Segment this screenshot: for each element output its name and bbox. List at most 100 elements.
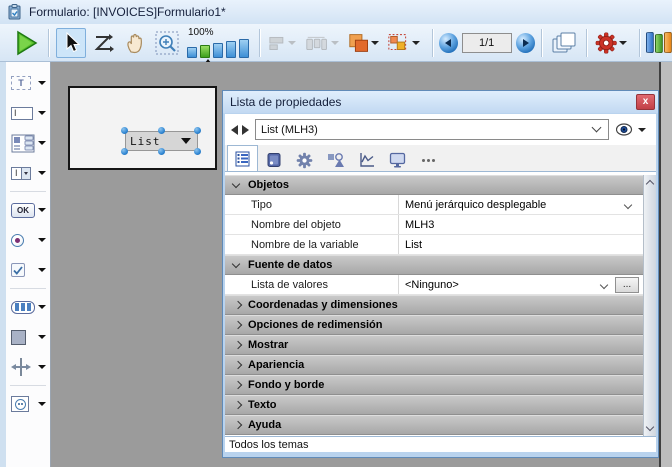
palette-title-bar[interactable]: Lista de propiedades x [223,91,658,113]
form-canvas[interactable]: List [68,86,217,170]
zoom-bar-800[interactable] [239,39,249,58]
page-indicator: 1/1 [462,33,512,53]
current-level-button[interactable] [386,28,424,58]
zoom-bar-50[interactable] [187,47,197,58]
prev-next-object-icons[interactable] [231,125,249,135]
workspace: T I I [0,62,672,467]
radio-button-tool[interactable] [6,225,50,255]
static-text-tool[interactable]: T [6,68,50,98]
checkbox-icon [11,263,25,277]
tab-shapes[interactable] [320,149,351,171]
zoom-level-widget[interactable]: 100% [187,28,249,58]
property-value[interactable]: Menú jerárquico desplegable [399,195,643,214]
plugin-area-tool[interactable] [6,389,50,419]
chevron-down-icon[interactable] [38,365,46,369]
chevron-right-icon [234,361,242,369]
run-form-button[interactable] [11,28,41,58]
zoom-bar-100-active[interactable] [200,45,210,58]
arrow-right-icon [523,39,529,47]
palette-body: List (MLH3) [225,114,656,452]
section-header-objetos[interactable]: Objetos [225,175,643,195]
chevron-down-icon[interactable] [38,208,46,212]
tab-property-list[interactable] [227,145,258,171]
object-label: List [126,135,161,148]
chevron-down-icon[interactable] [38,171,46,175]
button-tool[interactable]: OK [6,195,50,225]
checkbox-tool[interactable] [6,255,50,285]
radio-button-icon [11,234,24,247]
panel-scrollbar[interactable] [643,175,656,436]
section-header-fuente-de-datos[interactable]: Fuente de datos [225,255,643,275]
property-value[interactable]: <Ninguno> ... [399,275,643,294]
next-page-button[interactable] [516,33,535,53]
zoom-bar-400[interactable] [226,41,236,58]
chevron-down-icon[interactable] [624,201,632,209]
close-button[interactable]: x [636,94,655,110]
theme-filter-bar[interactable]: Todos los temas [225,436,656,452]
selection-handle-bottom-middle[interactable] [158,148,165,155]
chevron-down-icon[interactable] [600,281,608,289]
selection-handle-top-left[interactable] [121,127,128,134]
pan-tool-button[interactable] [120,28,150,58]
zoom-bar-200[interactable] [213,43,223,58]
chevron-down-icon[interactable] [38,402,46,406]
splitter-tool[interactable] [6,352,50,382]
zoom-level-label: 100% [188,28,249,38]
tab-data[interactable] [258,149,289,171]
align-objects-button[interactable] [267,28,302,58]
tab-events[interactable] [351,149,382,171]
object-selector-combo[interactable]: List (MLH3) [255,119,609,140]
section-header-mostrar[interactable]: Mostrar [225,335,643,355]
chevron-down-icon[interactable] [38,141,46,145]
view-options-button[interactable] [616,123,650,136]
zoom-tool-button[interactable] [152,28,182,58]
list-box-tool[interactable] [6,128,50,158]
select-tool-button[interactable] [56,28,86,58]
selection-handle-top-right[interactable] [194,127,201,134]
vertical-scrollbar-track[interactable] [659,62,672,467]
pages-icon [551,31,577,55]
chevron-down-icon[interactable] [38,335,46,339]
selection-handle-bottom-left[interactable] [121,148,128,155]
input-field-tool[interactable]: I [6,98,50,128]
rectangle-icon [11,330,26,345]
entry-order-tool-button[interactable] [88,28,118,58]
selection-handle-bottom-right[interactable] [194,148,201,155]
property-value[interactable]: MLH3 [399,215,643,234]
section-header-fondo-y-borde[interactable]: Fondo y borde [225,375,643,395]
tab-display[interactable] [382,149,413,171]
scroll-up-icon[interactable] [646,180,654,188]
ellipsis-button[interactable]: ... [615,277,639,293]
documentation-button[interactable] [646,32,672,53]
chevron-down-icon[interactable] [38,238,46,242]
zoom-bars[interactable] [187,39,249,58]
eye-icon [616,123,636,136]
selection-handle-top-middle[interactable] [158,127,165,134]
section-header-apariencia[interactable]: Apariencia [225,355,643,375]
property-row-tipo: Tipo Menú jerárquico desplegable [225,195,643,215]
button-grid-tool[interactable] [6,292,50,322]
form-properties-button[interactable] [594,28,632,58]
combo-box-tool[interactable]: I [6,158,50,188]
main-toolbar: 100% [0,24,672,62]
chevron-down-icon[interactable] [38,81,46,85]
section-header-ayuda[interactable]: Ayuda [225,415,643,435]
distribute-objects-button[interactable] [303,28,343,58]
chevron-down-icon[interactable] [38,268,46,272]
tab-more[interactable] [413,149,444,171]
chevron-down-icon[interactable] [38,305,46,309]
pages-button[interactable] [549,28,579,58]
property-value[interactable]: List [399,235,643,254]
scroll-down-icon[interactable] [646,423,654,431]
section-header-texto[interactable]: Texto [225,395,643,415]
rectangle-tool[interactable] [6,322,50,352]
previous-page-button[interactable] [439,33,458,53]
property-list-palette: Lista de propiedades x List (MLH3) [222,90,659,458]
property-row-nombre-objeto: Nombre del objeto MLH3 [225,215,643,235]
tab-options[interactable] [289,149,320,171]
object-selector-row: List (MLH3) [225,114,656,145]
section-header-redimension[interactable]: Opciones de redimensión [225,315,643,335]
chevron-down-icon[interactable] [38,111,46,115]
manage-levels-button[interactable] [346,28,384,58]
section-header-coordenadas[interactable]: Coordenadas y dimensiones [225,295,643,315]
